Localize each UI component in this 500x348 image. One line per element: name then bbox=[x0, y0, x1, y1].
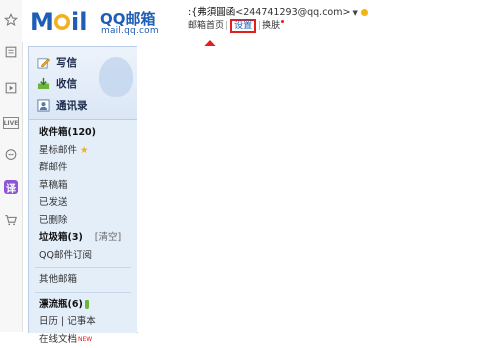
folder-sent[interactable]: 已发送 bbox=[29, 194, 137, 212]
folder-calendar-notes: 日历 | 记事本 bbox=[29, 313, 137, 331]
nav-separator: | bbox=[258, 21, 261, 31]
folder-divider bbox=[35, 267, 131, 268]
play-icon[interactable] bbox=[3, 80, 19, 96]
new-dot-icon bbox=[281, 20, 284, 23]
folder-bottle-label: 漂流瓶(6) bbox=[39, 299, 83, 310]
contacts-label: 通讯录 bbox=[56, 98, 88, 113]
folder-group-label: 群邮件 bbox=[39, 162, 68, 173]
svg-text:M: M bbox=[30, 8, 54, 34]
cart-icon[interactable] bbox=[3, 212, 19, 228]
calendar-link[interactable]: 日历 bbox=[39, 316, 58, 327]
logo-domain-text: mail.qq.com bbox=[101, 26, 159, 36]
coin-icon[interactable] bbox=[361, 9, 368, 16]
folder-trash-label: 垃圾箱(3) bbox=[39, 232, 83, 243]
translate-icon[interactable]: 译 bbox=[4, 180, 18, 194]
browser-side-rail: LIVE 译 bbox=[0, 0, 23, 332]
folder-sidebar: 写信 收信 通讯录 收件箱(120) 星标邮件 ★ 群邮件 草稿箱 已发送 已删… bbox=[28, 46, 138, 333]
online-docs-label: 在线文档 bbox=[39, 334, 77, 345]
contacts-icon bbox=[37, 99, 50, 112]
folder-inbox-label: 收件箱(120) bbox=[39, 127, 96, 138]
nav-home-link[interactable]: 邮箱首页 bbox=[188, 21, 224, 31]
folder-other-label: 其他邮箱 bbox=[39, 274, 77, 285]
folder-other-mailboxes[interactable]: 其他邮箱 bbox=[29, 271, 137, 289]
folder-sent-label: 已发送 bbox=[39, 197, 68, 208]
pen-icon bbox=[37, 56, 50, 69]
new-badge: NEW bbox=[78, 336, 92, 343]
receive-button[interactable]: 收信 bbox=[37, 74, 77, 92]
inbox-icon bbox=[37, 77, 50, 90]
folder-inbox[interactable]: 收件箱(120) bbox=[29, 124, 137, 142]
account-email: <244741293@qq.com> bbox=[235, 7, 350, 18]
folder-list: 收件箱(120) 星标邮件 ★ 群邮件 草稿箱 已发送 已删除 垃圾箱(3) [清… bbox=[29, 124, 137, 348]
header-nav: 邮箱首页|设置|换肤 bbox=[188, 18, 284, 31]
qq-penguin-watermark bbox=[99, 57, 133, 97]
main-content-area bbox=[137, 46, 500, 332]
moil-logo-mark: M il bbox=[30, 8, 100, 34]
svg-text:il: il bbox=[71, 8, 87, 34]
folder-deleted[interactable]: 已删除 bbox=[29, 212, 137, 230]
folder-divider bbox=[35, 292, 131, 293]
folder-starred-label: 星标邮件 bbox=[39, 145, 77, 156]
bottle-icon bbox=[85, 300, 89, 309]
bookmark-icon[interactable] bbox=[3, 44, 19, 60]
empty-trash-link[interactable]: [清空] bbox=[95, 232, 121, 243]
qq-mail-logo[interactable]: M il QQ邮箱 mail.qq.com bbox=[30, 6, 170, 36]
folder-starred[interactable]: 星标邮件 ★ bbox=[29, 142, 137, 160]
account-dropdown-icon[interactable]: ▼ bbox=[352, 9, 357, 17]
contacts-button[interactable]: 通讯录 bbox=[37, 96, 88, 114]
compose-label: 写信 bbox=[56, 55, 77, 70]
nav-settings-link[interactable]: 设置 bbox=[230, 19, 256, 33]
nav-skin-link[interactable]: 换肤 bbox=[262, 21, 280, 31]
folder-drift-bottle[interactable]: 漂流瓶(6) bbox=[29, 296, 137, 314]
calendar-notes-separator: | bbox=[61, 316, 64, 327]
folder-subscriptions-label: QQ邮件订阅 bbox=[39, 250, 92, 261]
compose-button[interactable]: 写信 bbox=[37, 53, 77, 71]
star-icon[interactable] bbox=[3, 12, 19, 28]
nav-separator: | bbox=[225, 21, 228, 31]
quick-actions: 写信 收信 通讯录 bbox=[29, 47, 137, 120]
account-line: :{弗須圓函<244741293@qq.com>▼ bbox=[188, 4, 368, 18]
folder-group[interactable]: 群邮件 bbox=[29, 159, 137, 177]
folder-online-docs[interactable]: 在线文档NEW bbox=[29, 331, 137, 348]
folder-trash[interactable]: 垃圾箱(3) [清空] bbox=[29, 229, 137, 247]
folder-drafts-label: 草稿箱 bbox=[39, 180, 68, 191]
account-name: :{弗須圓函 bbox=[188, 7, 235, 18]
receive-label: 收信 bbox=[56, 76, 77, 91]
notes-link[interactable]: 记事本 bbox=[67, 316, 96, 327]
star-icon: ★ bbox=[80, 145, 89, 156]
folder-drafts[interactable]: 草稿箱 bbox=[29, 177, 137, 195]
folder-deleted-label: 已删除 bbox=[39, 215, 68, 226]
folder-subscriptions[interactable]: QQ邮件订阅 bbox=[29, 247, 137, 265]
mail-header: M il QQ邮箱 mail.qq.com :{弗須圓函<244741293@q… bbox=[22, 0, 500, 42]
live-icon[interactable]: LIVE bbox=[3, 117, 19, 129]
chat-icon[interactable] bbox=[3, 147, 19, 163]
